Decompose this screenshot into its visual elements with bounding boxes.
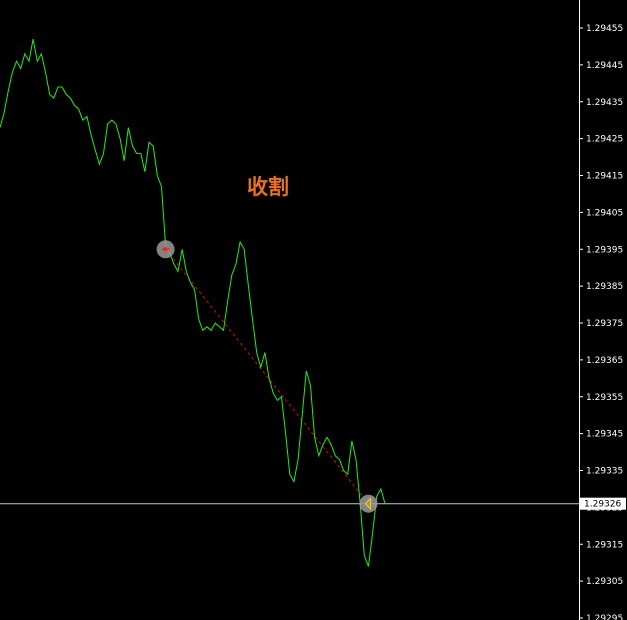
y-tick-label: 1.29315 bbox=[586, 540, 623, 550]
y-tick-label: 1.29415 bbox=[586, 172, 623, 182]
y-tick-label: 1.29445 bbox=[586, 61, 623, 71]
exit-marker-ring bbox=[359, 494, 378, 513]
y-tick-label: 1.29365 bbox=[586, 356, 623, 366]
price-series-line bbox=[0, 39, 386, 567]
y-tick-label: 1.29425 bbox=[586, 135, 623, 145]
y-tick-label: 1.29435 bbox=[586, 98, 623, 108]
y-tick-label: 1.29335 bbox=[586, 467, 623, 477]
y-tick-label: 1.29345 bbox=[586, 430, 623, 440]
y-tick-label: 1.29455 bbox=[586, 24, 623, 34]
y-tick-label: 1.29355 bbox=[586, 393, 623, 403]
current-price-label: 1.29326 bbox=[584, 500, 621, 510]
y-tick-label: 1.29375 bbox=[586, 319, 623, 329]
y-tick-label: 1.29405 bbox=[586, 208, 623, 218]
y-tick-label: 1.29305 bbox=[586, 577, 623, 587]
price-chart: 1.29455 1.29445 1.29435 1.29425 1.29415 1.294… bbox=[0, 0, 627, 620]
y-tick-label: 1.29385 bbox=[586, 282, 623, 292]
y-tick-label: 1.29295 bbox=[586, 614, 623, 620]
y-tick-label: 1.29395 bbox=[586, 245, 623, 255]
trade-line bbox=[165, 248, 369, 504]
chart-annotation: 收割 bbox=[247, 175, 289, 199]
chart-canvas: 1.29455 1.29445 1.29435 1.29425 1.29415 1.294… bbox=[0, 0, 626, 620]
